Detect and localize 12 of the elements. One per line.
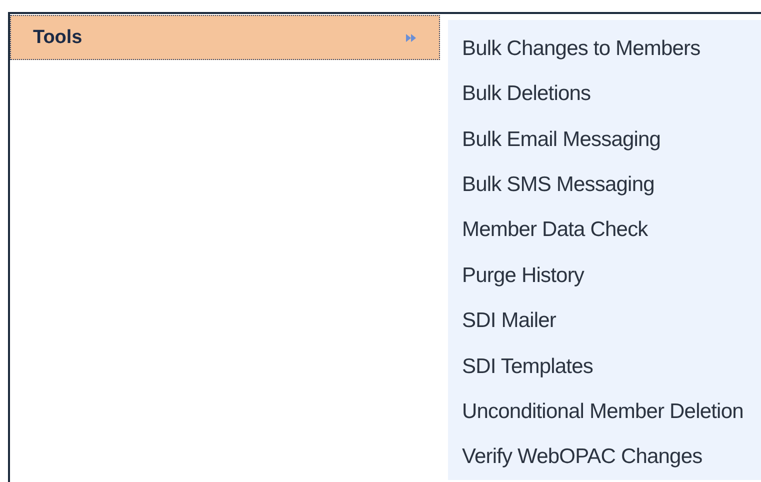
submenu-item[interactable]: Verify WebOPAC Changes	[462, 434, 761, 480]
submenu-item[interactable]: Bulk Email Messaging	[462, 116, 761, 162]
menu-item[interactable]: Tools	[10, 15, 440, 60]
submenu-item[interactable]: Bulk Deletions	[462, 71, 761, 117]
submenu-item[interactable]: Unconditional Member Deletion	[462, 389, 761, 435]
submenu-item[interactable]: SDI Templates	[462, 344, 761, 390]
submenu-item[interactable]: Bulk Changes to Members	[462, 26, 761, 72]
submenu-item[interactable]: Bulk SMS Messaging	[462, 162, 761, 208]
submenu-item[interactable]: Member Data Check	[462, 208, 761, 254]
submenu-item[interactable]: Purge History	[462, 253, 761, 298]
submenu-item[interactable]: SDI Mailer	[462, 298, 761, 344]
double-arrow-icon	[406, 34, 417, 42]
